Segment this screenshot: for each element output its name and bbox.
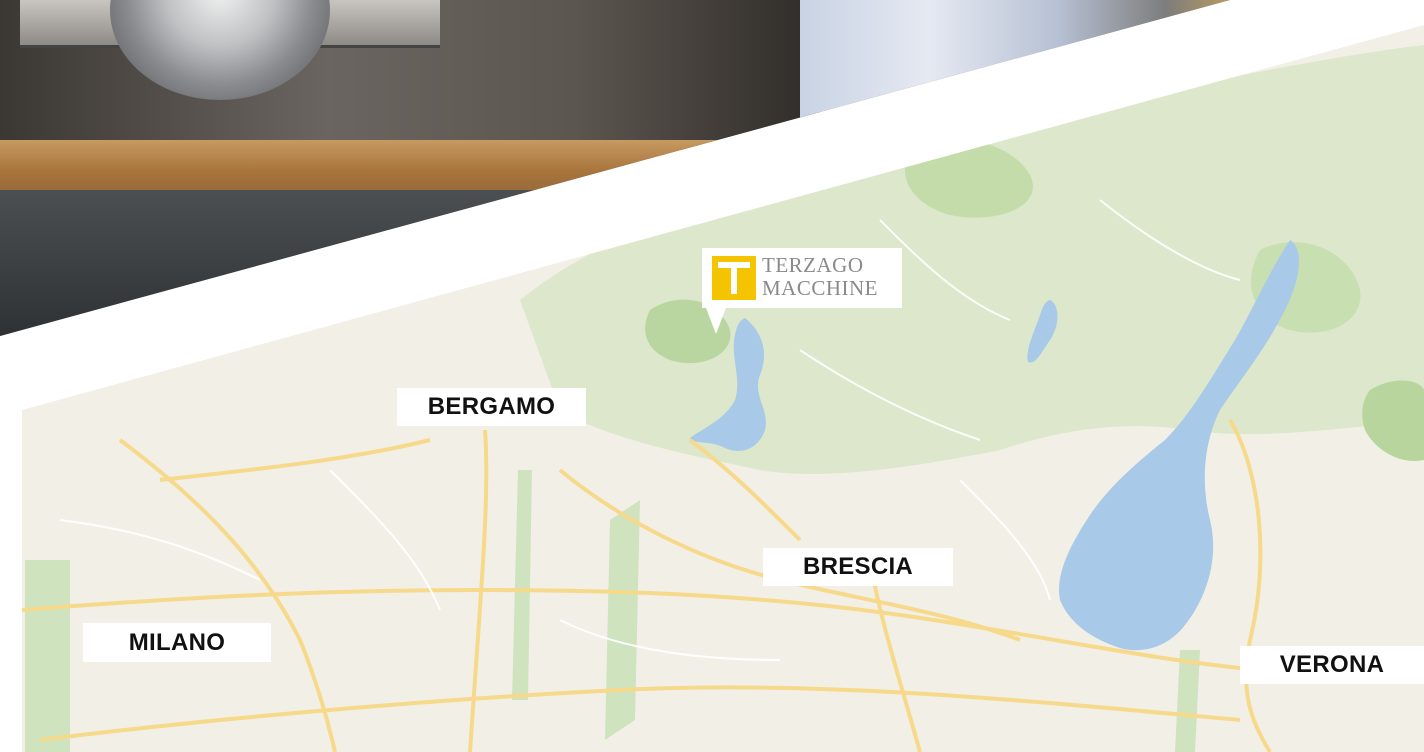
terzago-t-logo-icon bbox=[712, 256, 756, 300]
city-label-brescia: BRESCIA bbox=[763, 548, 953, 586]
brand-line-1: TERZAGO bbox=[762, 253, 864, 277]
brand-name: TERZAGO MACCHINE bbox=[762, 254, 878, 300]
green-strip-3 bbox=[25, 560, 70, 752]
green-strip-1 bbox=[512, 470, 532, 700]
green-strip-2 bbox=[605, 500, 640, 740]
city-label-bergamo: BERGAMO bbox=[397, 388, 586, 426]
city-label-milano: MILANO bbox=[83, 623, 271, 662]
road-network bbox=[22, 418, 1424, 752]
terzago-location-marker[interactable]: TERZAGO MACCHINE bbox=[702, 248, 902, 334]
green-strip-4 bbox=[1175, 650, 1200, 752]
forest-patch-4 bbox=[1362, 380, 1424, 461]
city-label-verona: VERONA bbox=[1240, 646, 1424, 684]
brand-line-2: MACCHINE bbox=[762, 276, 879, 300]
